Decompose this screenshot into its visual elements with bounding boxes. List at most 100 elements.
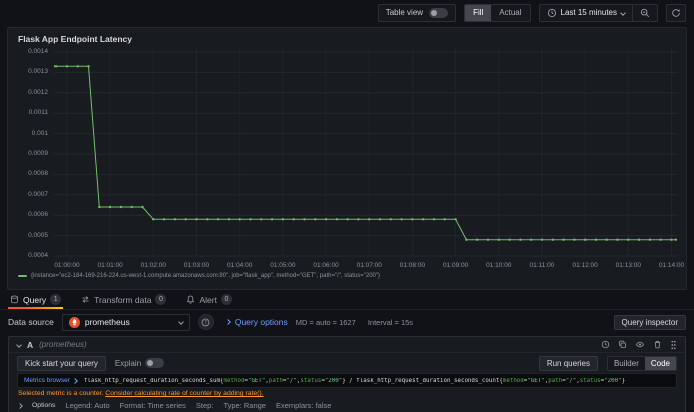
query-options-toggle[interactable]: Query options (225, 317, 288, 327)
data-point (76, 65, 79, 68)
expr-token: } (621, 377, 626, 384)
database-icon (10, 295, 19, 304)
tab-query-label: Query (23, 294, 47, 305)
expr-token: path (548, 377, 563, 384)
x-axis: 01:00:00 01:01:00 01:02:00 01:03:00 01:04:00… (54, 260, 684, 272)
table-view-toggle[interactable] (429, 7, 449, 18)
history-icon[interactable] (601, 340, 610, 349)
panel-editor-toolbar: Table view Fill Actual Last 15 minutes (0, 0, 694, 25)
drag-handle-icon[interactable] (670, 340, 677, 350)
data-point (674, 238, 677, 241)
tab-transform-data[interactable]: Transform data 0 (79, 293, 168, 309)
query-toolbar: Kick start your query Explain Run querie… (9, 353, 685, 373)
panel-title: Flask App Endpoint Latency (18, 34, 132, 44)
data-point (281, 218, 285, 221)
data-point (540, 238, 544, 241)
data-point (314, 218, 317, 221)
option-summary-item: Legend: Auto (65, 401, 110, 410)
data-point (357, 218, 360, 221)
transform-icon (81, 295, 90, 304)
y-axis-tick-label: 0.0011 (28, 109, 48, 117)
duplicate-query-icon[interactable] (618, 340, 627, 349)
caret-down-icon (178, 319, 184, 325)
refresh-icon (671, 8, 681, 18)
data-point (195, 218, 198, 221)
y-axis-tick-label: 0.0008 (28, 170, 48, 178)
code-mode-button[interactable]: Code (644, 356, 676, 370)
expr-token: "GET" (247, 377, 266, 384)
table-view-control: Table view (377, 3, 457, 22)
data-point (648, 238, 652, 241)
datasource-help-button[interactable]: ? (197, 314, 214, 330)
x-axis-tick-label: 01:07:00 (356, 262, 382, 269)
tab-alert[interactable]: Alert 0 (184, 293, 233, 309)
data-point (530, 238, 533, 241)
explain-toggle[interactable] (145, 358, 165, 368)
editor-tabs: Query 1 Transform data 0 Alert 0 (0, 293, 694, 310)
data-point (141, 205, 144, 209)
zoom-out-icon (640, 8, 650, 18)
caret-down-icon (620, 9, 626, 16)
tab-query[interactable]: Query 1 (8, 293, 64, 309)
expr-token: path (268, 377, 283, 384)
kick-start-query-button[interactable]: Kick start your query (17, 355, 106, 371)
builder-mode-button[interactable]: Builder (608, 357, 645, 370)
legend-series-marker (18, 275, 27, 277)
data-point (519, 238, 522, 241)
run-queries-button[interactable]: Run queries (538, 355, 598, 371)
collapse-chevron-icon[interactable] (16, 341, 22, 348)
y-axis-tick-label: 0.0014 (28, 48, 48, 55)
metrics-browser-button[interactable]: Metrics browser (24, 377, 78, 384)
promql-expression[interactable]: flask_http_request_duration_seconds_sum{… (84, 378, 625, 384)
plot-area[interactable] (54, 48, 678, 260)
chevron-right-icon[interactable] (17, 402, 23, 409)
svg-text:?: ? (205, 320, 208, 326)
legend-series-label[interactable]: {instance="ec2-184-169-216-224.us-west-1… (31, 273, 380, 279)
y-axis-tick-label: 0.0013 (28, 68, 48, 76)
data-point (454, 218, 457, 221)
query-row-header[interactable]: A (prometheus) (9, 337, 685, 353)
editor-mode-group: Builder Code (606, 355, 677, 371)
hide-response-eye-icon[interactable] (635, 340, 645, 349)
data-point (551, 238, 554, 241)
legend: {instance="ec2-184-169-216-224.us-west-1… (8, 272, 686, 279)
time-range-button[interactable]: Last 15 minutes (540, 5, 632, 21)
x-axis-tick-label: 01:05:00 (270, 262, 296, 269)
refresh-button[interactable] (666, 3, 686, 22)
tab-alert-label: Alert (199, 294, 217, 305)
x-axis-tick-label: 01:10:00 (486, 262, 512, 269)
y-axis-tick-label: 0.0004 (28, 252, 48, 259)
data-point (270, 218, 274, 221)
data-point (227, 218, 231, 221)
data-point (659, 238, 662, 241)
data-point (508, 238, 511, 241)
actual-button[interactable]: Actual (491, 5, 529, 21)
query-ref-id: A (27, 339, 34, 350)
y-axis-tick-label: 0.0012 (28, 88, 48, 96)
chevron-right-icon (72, 377, 78, 384)
datasource-picker[interactable]: prometheus (61, 313, 190, 331)
clock-icon (547, 8, 557, 18)
x-axis-tick-label: 01:13:00 (615, 262, 641, 269)
tab-query-badge: 1 (50, 294, 62, 305)
data-point (184, 218, 187, 221)
data-point (637, 238, 641, 241)
data-point (411, 218, 414, 221)
query-inspector-button[interactable]: Query inspector (613, 314, 686, 330)
options-label[interactable]: Options (32, 402, 55, 409)
counter-warning: Selected metric is a counter. Consider c… (9, 388, 685, 398)
fill-button[interactable]: Fill (465, 4, 492, 21)
data-point (584, 238, 587, 241)
zoom-out-button[interactable] (632, 4, 657, 21)
remove-query-trash-icon[interactable] (653, 340, 662, 349)
explain-control: Explain (115, 358, 165, 368)
warning-text: Selected metric is a counter. (18, 390, 104, 397)
query-options-summary: MD = auto = 1627 Interval = 15s (296, 318, 413, 327)
data-point (497, 238, 500, 241)
expr-token: "/" (565, 377, 577, 384)
query-code-editor[interactable]: Metrics browser flask_http_request_durat… (17, 373, 677, 388)
expr-token: method (502, 377, 524, 384)
option-summary-item: Type: Range (223, 401, 266, 410)
warning-hint-link[interactable]: Consider calculating rate of counter by … (105, 390, 263, 397)
bell-icon (186, 295, 195, 304)
